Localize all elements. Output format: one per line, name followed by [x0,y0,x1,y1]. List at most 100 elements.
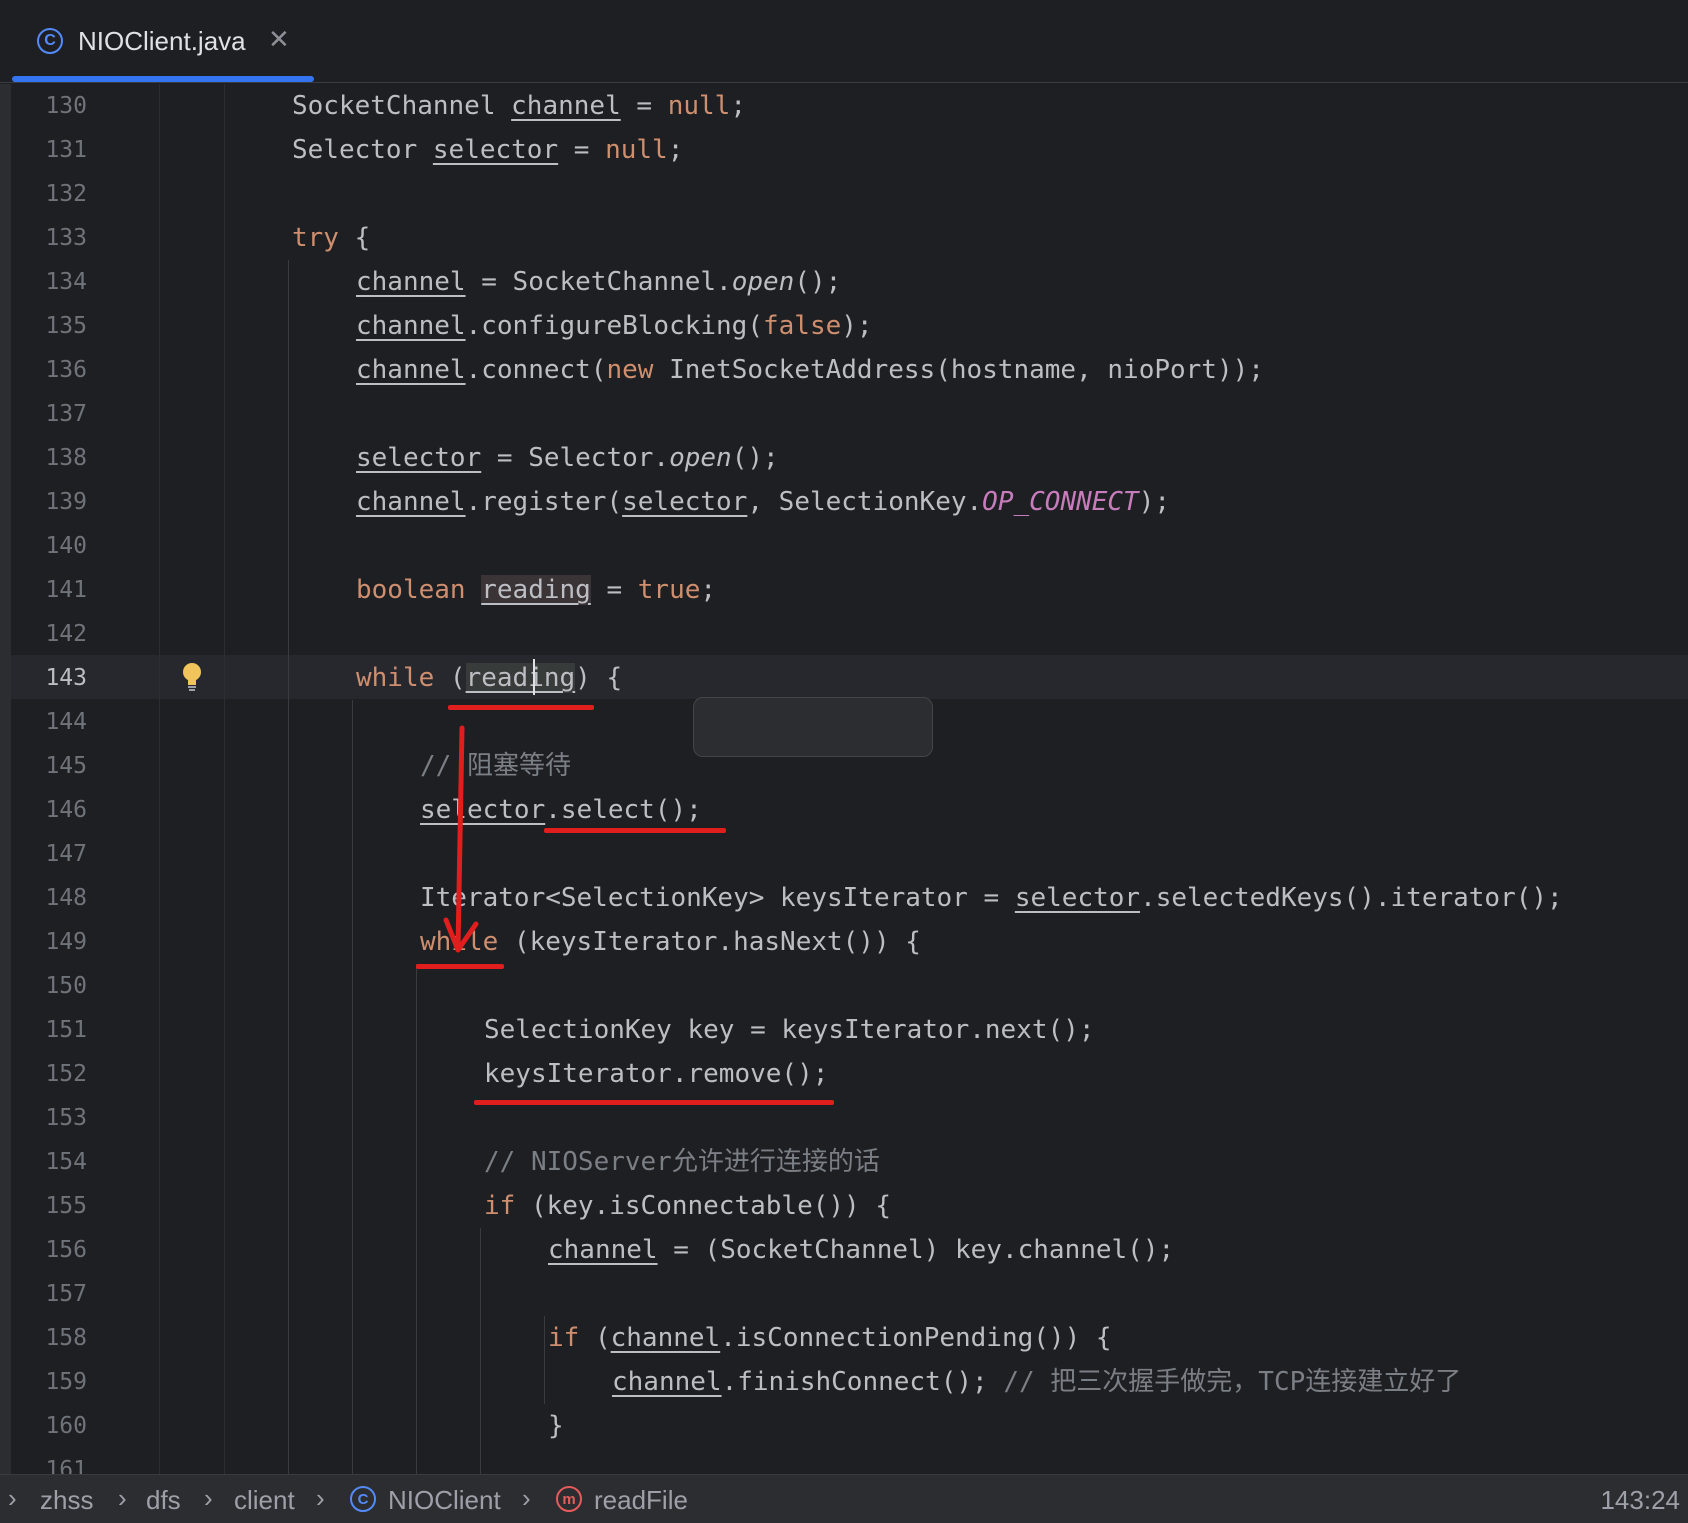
tab-nioclient-java[interactable]: C NIOClient.java ✕ [12,0,314,82]
code-token: open [669,443,732,473]
close-icon[interactable]: ✕ [268,24,290,55]
code-token: = [590,575,638,605]
code-line[interactable]: Iterator<SelectionKey> keysIterator = se… [420,876,1563,920]
code-token: ( [434,663,466,693]
line-number[interactable]: 138 [11,436,87,480]
code-line[interactable]: channel.connect(new InetSocketAddress(ho… [356,348,1264,392]
code-token: ); [841,311,873,341]
navigation-bar: › zhss › dfs › client › C NIOClient › m … [0,1474,1688,1523]
code-editor[interactable]: 130 131 132 133 134 135 136 137 138 139 140 141 142 1… [0,84,1688,1474]
line-number[interactable]: 142 [11,612,87,656]
line-number[interactable]: 156 [11,1228,87,1272]
code-token: // 把三次握手做完，TCP连接建立好了 [1003,1367,1462,1397]
breadcrumb-readfile[interactable]: readFile [594,1485,688,1516]
annotation-underline-select [544,828,726,833]
line-number[interactable]: 132 [11,172,87,216]
code-token: = [620,91,668,121]
hint-popup [693,697,933,757]
chevron-right-icon: › [8,1483,17,1513]
line-number[interactable]: 143 [11,656,87,700]
code-token: channel [511,91,621,121]
line-number[interactable]: 157 [11,1272,87,1316]
code-line[interactable]: // NIOServer允许进行连接的话 [484,1140,880,1184]
code-token: .register( [465,487,623,517]
code-token: SocketChannel [292,91,512,121]
line-number[interactable]: 149 [11,920,87,964]
line-number[interactable]: 136 [11,348,87,392]
breadcrumb-nioclient[interactable]: NIOClient [388,1485,501,1516]
line-number[interactable]: 159 [11,1360,87,1404]
code-token: .connect( [465,355,607,385]
code-line[interactable]: } [548,1404,564,1448]
line-number[interactable]: 150 [11,964,87,1008]
breadcrumb-client[interactable]: client [234,1485,295,1516]
line-number[interactable]: 146 [11,788,87,832]
code-line[interactable]: SelectionKey key = keysIterator.next(); [484,1008,1094,1052]
code-line[interactable]: if (channel.isConnectionPending()) { [548,1316,1112,1360]
line-number[interactable]: 139 [11,480,87,524]
breadcrumb-zhss[interactable]: zhss [40,1485,93,1516]
line-number[interactable]: 147 [11,832,87,876]
code-token: = Selector. [481,443,670,473]
tab-label: NIOClient.java [78,26,246,56]
code-token: .isConnectionPending()) { [720,1323,1112,1353]
line-number[interactable]: 155 [11,1184,87,1228]
code-token: Selector [292,135,433,165]
code-line[interactable]: SocketChannel channel = null; [292,84,746,128]
code-token: (key.isConnectable()) { [515,1191,891,1221]
line-number[interactable]: 151 [11,1008,87,1052]
line-number[interactable]: 153 [11,1096,87,1140]
code-token: new [606,355,654,385]
indent-guide [480,1228,481,1474]
code-token: = SocketChannel. [465,267,732,297]
chevron-right-icon: › [204,1483,213,1513]
line-number[interactable]: 158 [11,1316,87,1360]
code-line[interactable]: boolean reading = true; [356,568,716,612]
code-line[interactable]: channel.register(selector, SelectionKey.… [356,480,1170,524]
code-token: while [356,663,435,693]
code-line[interactable]: channel.configureBlocking(false); [356,304,873,348]
code-token: channel [356,311,466,341]
code-token: .finishConnect(); [721,1367,1004,1397]
code-token: false [763,311,842,341]
code-line[interactable]: while (keysIterator.hasNext()) { [420,920,921,964]
line-number[interactable]: 141 [11,568,87,612]
code-line[interactable]: if (key.isConnectable()) { [484,1184,891,1228]
line-number-gutter[interactable]: 130 131 132 133 134 135 136 137 138 139 140 141 142 1… [11,84,160,1474]
line-number[interactable]: 135 [11,304,87,348]
line-number[interactable]: 145 [11,744,87,788]
code-token: channel [548,1235,658,1265]
code-line[interactable]: try { [292,216,370,260]
line-number[interactable]: 133 [11,216,87,260]
code-line[interactable]: while (reading) { [356,656,622,700]
line-number[interactable]: 140 [11,524,87,568]
code-line[interactable]: selector = Selector.open(); [356,436,779,480]
code-line[interactable]: keysIterator.remove(); [484,1052,828,1096]
code-token: (); [731,443,779,473]
code-line[interactable]: channel = (SocketChannel) key.channel(); [548,1228,1174,1272]
code-token: Iterator<SelectionKey> keysIterator = [420,883,1015,913]
line-number[interactable]: 154 [11,1140,87,1184]
line-number[interactable]: 161 [11,1448,87,1474]
code-token: boolean [356,575,466,605]
code-line[interactable]: channel = SocketChannel.open(); [356,260,841,304]
line-number[interactable]: 144 [11,700,87,744]
line-number[interactable]: 134 [11,260,87,304]
line-number[interactable]: 148 [11,876,87,920]
line-number[interactable]: 160 [11,1404,87,1448]
indent-guide [288,260,289,1474]
annotation-underline-remove [474,1100,834,1105]
breadcrumb-dfs[interactable]: dfs [146,1485,181,1516]
chevron-right-icon: › [522,1483,531,1513]
text-caret [533,659,535,695]
code-token: channel [612,1367,722,1397]
code-line[interactable]: channel.finishConnect(); // 把三次握手做完，TCP连… [612,1360,1461,1404]
line-number[interactable]: 152 [11,1052,87,1096]
line-number[interactable]: 130 [11,84,87,128]
line-number[interactable]: 131 [11,128,87,172]
lightbulb-icon[interactable] [181,662,203,692]
cursor-position[interactable]: 143:24 [1600,1485,1680,1516]
line-number[interactable]: 137 [11,392,87,436]
code-line[interactable]: Selector selector = null; [292,128,683,172]
code-token: reading [481,575,591,605]
